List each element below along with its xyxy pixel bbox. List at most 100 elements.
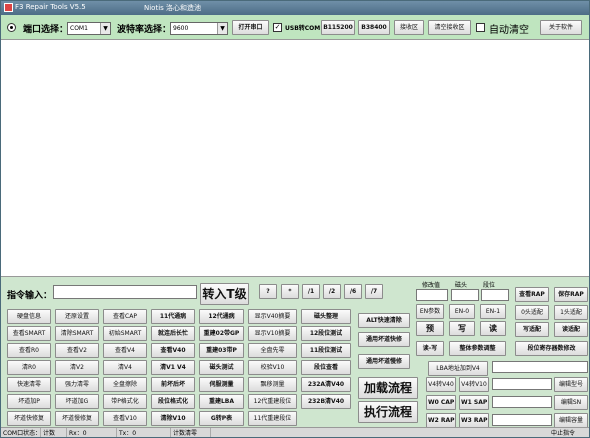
cmd-star-button[interactable]: *: [281, 284, 299, 299]
cmd-grid-button[interactable]: 初始SMART: [103, 326, 147, 341]
clear-count-button[interactable]: 计数清零: [171, 428, 211, 437]
cmd-grid-button[interactable]: 段位格式化: [151, 394, 195, 409]
cmd-grid-button[interactable]: 校验V10: [248, 360, 297, 375]
cmd-question-button[interactable]: ?: [259, 284, 277, 299]
write-adapt-button[interactable]: 写适配: [515, 322, 549, 337]
edit-capacity-button[interactable]: 编辑容量: [554, 413, 588, 428]
cmd-grid-button[interactable]: 坏道快修复: [7, 411, 51, 426]
v4-v40-button[interactable]: V4转V40: [426, 377, 456, 392]
w1-sap-button[interactable]: W1 SAP: [459, 395, 489, 410]
cmd-grid-button[interactable]: 12段位测试: [301, 326, 351, 341]
model-input[interactable]: [492, 378, 552, 390]
cmd-grid-button[interactable]: 坏道加G: [55, 394, 99, 409]
cmd-grid-button[interactable]: 查看V4: [103, 343, 147, 358]
cmd-grid-button[interactable]: 232A清V40: [301, 377, 351, 392]
exec-flow-button[interactable]: 执行流程: [358, 401, 418, 423]
route-slow-button[interactable]: 通用坏道慢修: [358, 354, 410, 369]
cmd-2-button[interactable]: /2: [323, 284, 341, 299]
cmd-grid-button[interactable]: 查看V40: [151, 343, 195, 358]
cmd-6-button[interactable]: /6: [344, 284, 362, 299]
receive-log-area[interactable]: [1, 39, 589, 277]
cmd-grid-button[interactable]: 带P格式化: [103, 394, 147, 409]
clear-recv-button[interactable]: 清空接收区: [428, 20, 471, 35]
cmd-1-button[interactable]: /1: [302, 284, 320, 299]
cmd-grid-button[interactable]: 段位查看: [301, 360, 351, 375]
pre-button[interactable]: 预: [416, 321, 444, 336]
abort-button[interactable]: 中止指令: [549, 428, 589, 437]
capacity-input[interactable]: [492, 414, 552, 426]
cmd-grid-button[interactable]: 查看SMART: [7, 326, 51, 341]
load-flow-button[interactable]: 加载流程: [358, 377, 418, 399]
cmd-grid-button[interactable]: 重建03带P: [199, 343, 244, 358]
v4-v10-button[interactable]: V4转V10: [459, 377, 489, 392]
cmd-grid-button[interactable]: 清V2: [55, 360, 99, 375]
cmd-grid-button[interactable]: 清V4: [103, 360, 147, 375]
cmd-grid-button[interactable]: 坏道慢修复: [55, 411, 99, 426]
cmd-grid-button[interactable]: 强力清零: [55, 377, 99, 392]
about-button[interactable]: 关于软件: [540, 20, 582, 35]
cmd-grid-button[interactable]: 重建LBA: [199, 394, 244, 409]
cmd-grid-button[interactable]: 12代通病: [199, 309, 244, 324]
cmd-grid-button[interactable]: G转P表: [199, 411, 244, 426]
cmd-grid-button[interactable]: 显示V10摘要: [248, 326, 297, 341]
b38400-button[interactable]: B38400: [358, 20, 390, 35]
cmd-grid-button[interactable]: 飘移测量: [248, 377, 297, 392]
cmd-grid-button[interactable]: 清除SMART: [55, 326, 99, 341]
cmd-7-button[interactable]: /7: [365, 284, 383, 299]
enter-t-button[interactable]: 转入T级: [200, 283, 249, 305]
lba-input[interactable]: [492, 361, 588, 373]
cmd-grid-button[interactable]: 重建02带GP: [199, 326, 244, 341]
cmd-grid-button[interactable]: 查看R0: [7, 343, 51, 358]
save-rap-button[interactable]: 保存RAP: [554, 287, 588, 302]
lba-add-button[interactable]: LBA地址加到V4: [428, 361, 488, 376]
cmd-grid-button[interactable]: 全盘擦除: [103, 377, 147, 392]
usb-checkbox[interactable]: ✓: [273, 23, 282, 32]
cmd-grid-button[interactable]: 就连后长忙: [151, 326, 195, 341]
open-port-button[interactable]: 打开串口: [232, 20, 269, 35]
head-value-input[interactable]: [451, 289, 479, 301]
cmd-grid-button[interactable]: 显示V40摘要: [248, 309, 297, 324]
modify-value-input[interactable]: [416, 289, 448, 301]
edit-sn-button[interactable]: 编辑SN: [554, 395, 588, 410]
sn-input[interactable]: [492, 396, 552, 408]
cmd-grid-button[interactable]: 磁头整理: [301, 309, 351, 324]
cmd-grid-button[interactable]: 232B清V40: [301, 394, 351, 409]
seg-value-input[interactable]: [481, 289, 509, 301]
seg-register-button[interactable]: 段位寄存器数修改: [515, 341, 588, 356]
cmd-grid-button[interactable]: 11代通病: [151, 309, 195, 324]
head0-adapt-button[interactable]: 0头适配: [515, 305, 549, 320]
cmd-grid-button[interactable]: 前坏后坏: [151, 377, 195, 392]
recv-area-button[interactable]: 接收区: [394, 20, 424, 35]
baud-select[interactable]: 9600 ▼: [170, 22, 228, 35]
edit-model-button[interactable]: 编辑型号: [554, 377, 588, 392]
cmd-grid-button[interactable]: 伺服测量: [199, 377, 244, 392]
w0-cap-button[interactable]: W0 CAP: [426, 395, 456, 410]
auto-clear-checkbox[interactable]: [476, 23, 485, 32]
cmd-grid-button[interactable]: 清R0: [7, 360, 51, 375]
cmd-grid-button[interactable]: 全盘先零: [248, 343, 297, 358]
cmd-grid-button[interactable]: 坏道加P: [7, 394, 51, 409]
en0-button[interactable]: EN-0: [449, 304, 475, 319]
w3-rap-button[interactable]: W3 RAP: [459, 413, 489, 428]
view-rap-button[interactable]: 查看RAP: [515, 287, 549, 302]
cmd-grid-button[interactable]: 硬盘信息: [7, 309, 51, 324]
read-button[interactable]: 读: [480, 321, 506, 336]
write-button[interactable]: 写: [449, 321, 475, 336]
whole-adjust-button[interactable]: 整体参数调整: [449, 341, 506, 356]
cmd-input[interactable]: [53, 285, 197, 299]
en-param-button[interactable]: EN参数: [416, 304, 444, 319]
cmd-grid-button[interactable]: 12代重建段位: [248, 394, 297, 409]
route-fast-button[interactable]: 通用坏道快修: [358, 332, 410, 347]
alt-clear-button[interactable]: ALT快速清除: [358, 313, 410, 328]
head1-adapt-button[interactable]: 1头适配: [554, 305, 588, 320]
cmd-grid-button[interactable]: 清V1 V4: [151, 360, 195, 375]
port-select[interactable]: COM1 ▼: [67, 22, 111, 35]
read-adapt-button[interactable]: 读适配: [554, 322, 588, 337]
cmd-grid-button[interactable]: 快速清零: [7, 377, 51, 392]
b115200-button[interactable]: B115200: [321, 20, 355, 35]
port-radio[interactable]: [7, 23, 16, 32]
cmd-grid-button[interactable]: 11段位测试: [301, 343, 351, 358]
cmd-grid-button[interactable]: 查看CAP: [103, 309, 147, 324]
cmd-grid-button[interactable]: 查看V10: [103, 411, 147, 426]
cmd-grid-button[interactable]: 磁头测试: [199, 360, 244, 375]
